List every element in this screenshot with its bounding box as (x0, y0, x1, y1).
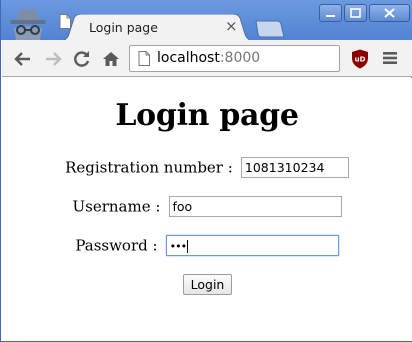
url-host: localhost (157, 50, 220, 66)
window-controls (319, 4, 410, 22)
back-arrow-icon[interactable] (13, 49, 33, 69)
registration-number-input[interactable]: 1081310234 (240, 157, 349, 178)
password-value: ••• (169, 240, 187, 253)
username-input[interactable]: foo (168, 196, 342, 217)
page-title: Login page (115, 98, 299, 133)
ublock-icon[interactable]: uD (351, 49, 369, 69)
login-button[interactable]: Login (183, 274, 232, 295)
tab-title: Login page (89, 20, 158, 35)
reload-icon[interactable] (72, 49, 92, 69)
browser-window: Login page × localhost:8000 uD Login pag… (0, 0, 412, 342)
browser-toolbar: localhost:8000 uD (2, 40, 412, 77)
tab-close-icon[interactable]: × (225, 18, 238, 34)
tab-login-page[interactable]: Login page × (59, 14, 255, 41)
forward-arrow-icon[interactable] (43, 49, 63, 69)
tab-strip: Login page × (1, 0, 412, 41)
address-bar[interactable]: localhost:8000 (129, 45, 340, 72)
home-icon[interactable] (101, 49, 121, 69)
registration-label: Registration number : (65, 158, 233, 177)
registration-row: Registration number : 1081310234 (2, 157, 412, 178)
password-label: Password : (75, 236, 158, 255)
password-input[interactable]: ••• (165, 235, 339, 256)
svg-text:uD: uD (355, 56, 366, 64)
text-caret (187, 240, 189, 253)
maximize-button[interactable] (344, 4, 367, 22)
username-label: Username : (72, 197, 161, 216)
page-content: Login page Registration number : 1081310… (2, 78, 412, 341)
url-text: localhost:8000 (157, 50, 260, 66)
new-tab-button[interactable] (255, 20, 285, 38)
page-icon (59, 14, 71, 29)
username-row: Username : foo (2, 196, 412, 217)
close-window-button[interactable] (369, 4, 410, 22)
minimize-button[interactable] (319, 4, 342, 22)
incognito-icon (10, 8, 46, 40)
password-row: Password : ••• (2, 235, 412, 256)
page-icon (138, 51, 150, 66)
url-port: :8000 (219, 50, 261, 66)
hamburger-menu-icon[interactable] (383, 51, 397, 65)
